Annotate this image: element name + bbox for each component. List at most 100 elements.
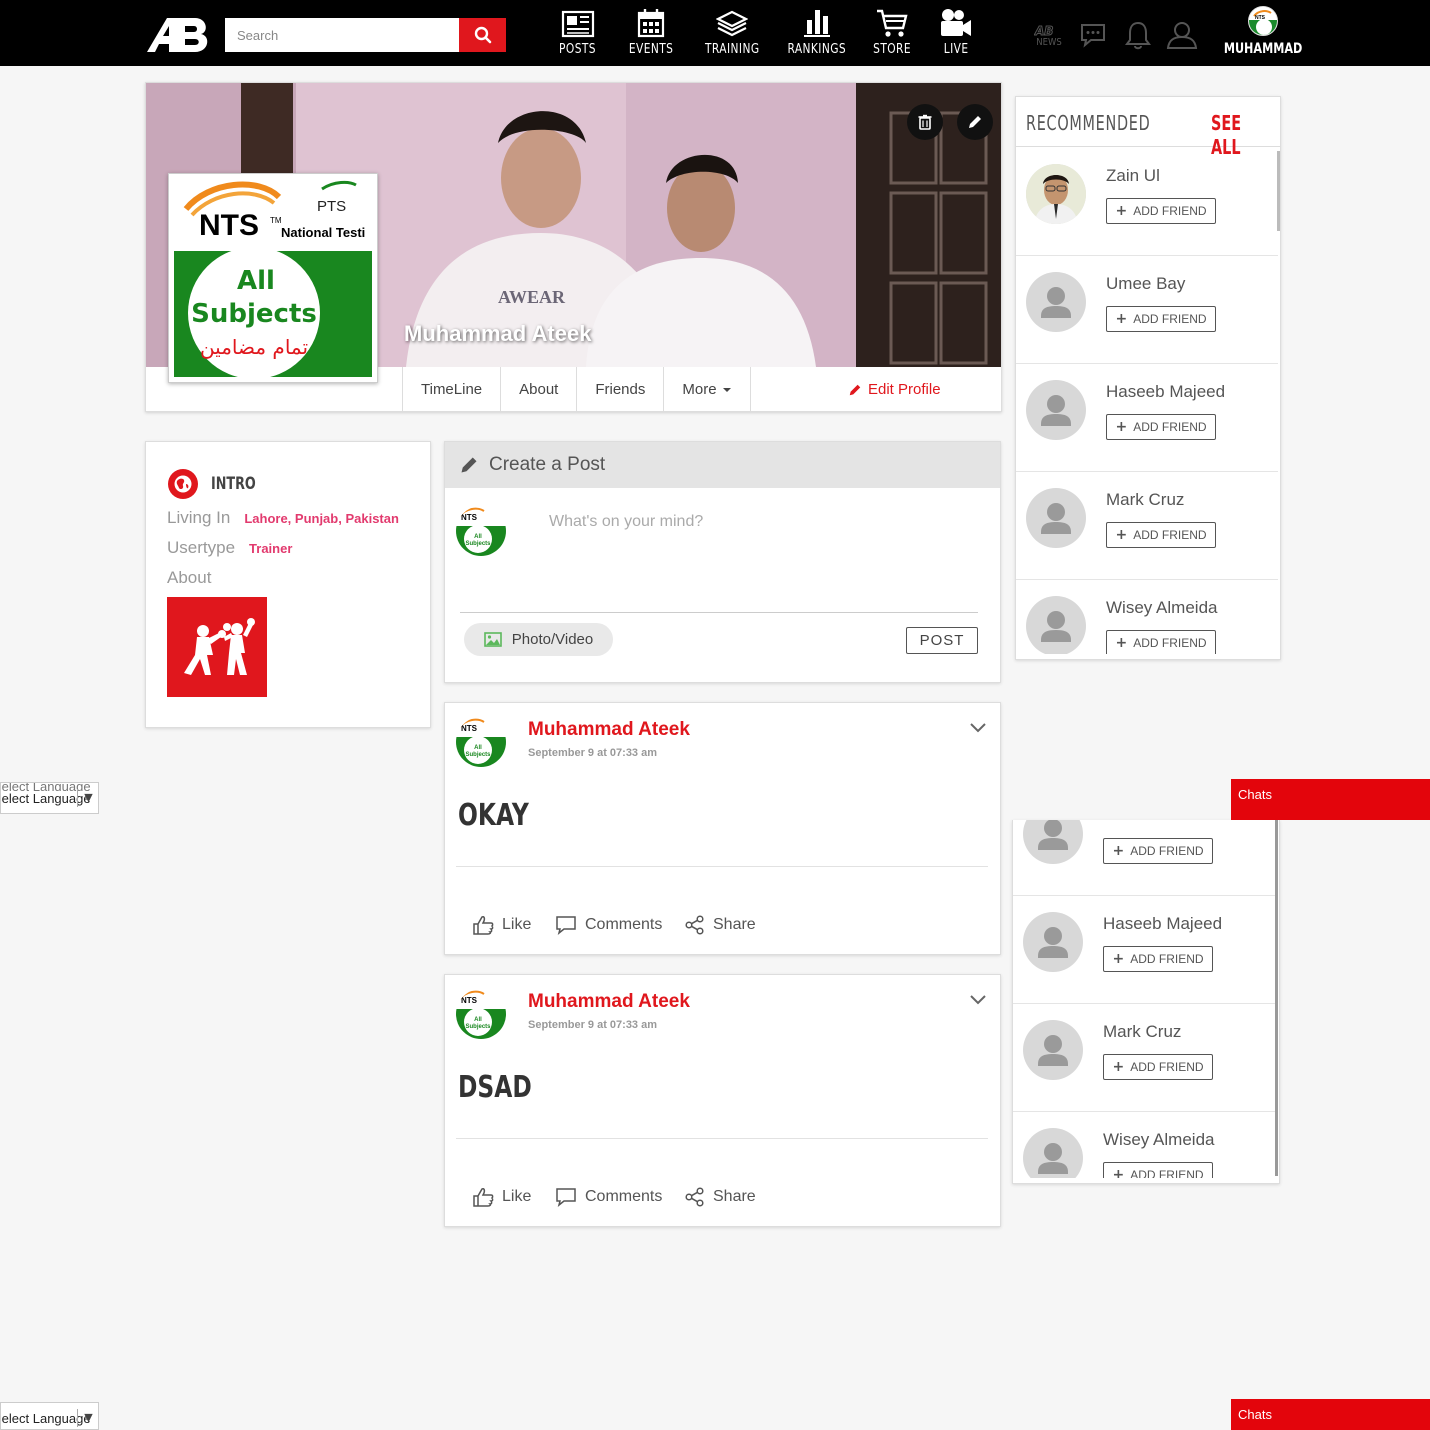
friend-name[interactable]: Haseeb Majeed xyxy=(1106,382,1225,402)
friend-name[interactable]: Haseeb Majeed xyxy=(1103,914,1222,934)
thumbs-up-icon xyxy=(473,916,494,935)
language-select[interactable]: Select Language Select Language ▼ xyxy=(0,782,99,814)
friend-name[interactable]: Mark Cruz xyxy=(1106,490,1184,510)
nav-rankings[interactable]: RANKINGS xyxy=(784,6,850,62)
tab-more[interactable]: More xyxy=(664,367,751,412)
post-button[interactable]: POST xyxy=(906,627,978,654)
comments-button[interactable]: Comments xyxy=(555,1187,662,1207)
photo-video-button[interactable]: Photo/Video xyxy=(464,623,613,656)
chevron-down-icon xyxy=(970,723,986,733)
add-friend-label: ADD FRIEND xyxy=(1133,636,1207,650)
avatar[interactable] xyxy=(1026,164,1086,224)
avatar[interactable]: NTS All Subjects xyxy=(456,717,506,767)
nav-training[interactable]: TRAINING xyxy=(700,6,764,62)
recommended-title: RECOMMENDED xyxy=(1026,111,1151,135)
default-avatar-icon[interactable] xyxy=(1023,1128,1083,1178)
svg-text:All: All xyxy=(474,745,482,751)
chat-bubble-icon[interactable] xyxy=(1079,22,1107,53)
search-bar xyxy=(225,18,506,52)
svg-text:Subjects: Subjects xyxy=(465,1024,491,1030)
default-avatar-icon[interactable] xyxy=(1026,272,1086,332)
like-label: Like xyxy=(502,916,532,933)
edit-cover-button[interactable] xyxy=(957,104,993,140)
caret-down-icon xyxy=(722,387,731,392)
image-icon xyxy=(483,632,502,647)
post-author-link[interactable]: Muhammad Ateek xyxy=(528,991,690,1013)
friend-name[interactable]: Wisey Almeida xyxy=(1103,1130,1214,1150)
profile-picture[interactable]: NTS TM National Testi PTS All Subjects ت… xyxy=(168,173,378,383)
scrollbar[interactable] xyxy=(1277,151,1280,231)
default-avatar-icon[interactable] xyxy=(1026,596,1086,654)
friend-name[interactable]: Zain Ul xyxy=(1106,166,1160,186)
nav-store[interactable]: STORE xyxy=(870,6,914,62)
add-friend-button[interactable]: + ADD FRIEND xyxy=(1106,630,1216,654)
share-button[interactable]: Share xyxy=(685,915,756,935)
tab-friends[interactable]: Friends xyxy=(577,367,665,412)
default-avatar-icon[interactable] xyxy=(1023,820,1083,864)
post-options-button[interactable] xyxy=(969,993,987,1011)
default-avatar-icon[interactable] xyxy=(1023,1020,1083,1080)
add-friend-button[interactable]: + ADD FRIEND xyxy=(1103,1162,1213,1178)
chats-bar[interactable]: Chats xyxy=(1231,1399,1430,1430)
tab-about[interactable]: About xyxy=(501,367,578,412)
post-author-link[interactable]: Muhammad Ateek xyxy=(528,719,690,741)
feed-post: NTS All Subjects Muhammad Ateek September … xyxy=(444,702,1001,955)
add-friend-button[interactable]: + ADD FRIEND xyxy=(1106,414,1216,440)
like-button[interactable]: Like xyxy=(472,915,531,935)
add-friend-button[interactable]: + ADD FRIEND xyxy=(1103,838,1213,864)
list-item: Haseeb Majeed + ADD FRIEND xyxy=(1013,896,1275,1004)
user-menu[interactable]: NTS MUHAMMAD xyxy=(1222,6,1304,62)
profile-tabs: TimeLine About Friends More xyxy=(402,367,751,412)
add-friend-button[interactable]: + ADD FRIEND xyxy=(1103,1054,1213,1080)
default-avatar-icon[interactable] xyxy=(1023,912,1083,972)
feed-post: NTS All Subjects Muhammad Ateek September … xyxy=(444,974,1001,1227)
delete-cover-button[interactable] xyxy=(907,104,943,140)
post-options-button[interactable] xyxy=(969,721,987,739)
chats-bar[interactable]: Chats xyxy=(1231,779,1430,820)
edit-profile-button[interactable]: Edit Profile xyxy=(848,367,941,412)
default-avatar-icon[interactable] xyxy=(1026,380,1086,440)
thumbs-up-icon xyxy=(473,1188,494,1207)
nav-events[interactable]: EVENTS xyxy=(627,6,675,62)
search-input[interactable] xyxy=(225,18,459,52)
avatar: NTS All Subjects xyxy=(456,506,506,556)
logo[interactable] xyxy=(145,14,211,56)
calendar-icon xyxy=(637,6,665,38)
nav-live[interactable]: LIVE xyxy=(936,6,976,62)
intro-about-row: About xyxy=(167,568,211,588)
add-friend-button[interactable]: + ADD FRIEND xyxy=(1106,306,1216,332)
default-avatar-icon[interactable] xyxy=(1026,488,1086,548)
friend-name[interactable]: Mark Cruz xyxy=(1103,1022,1181,1042)
add-friend-button[interactable]: + ADD FRIEND xyxy=(1103,946,1213,972)
tab-timeline[interactable]: TimeLine xyxy=(403,367,502,412)
comment-icon xyxy=(556,916,576,935)
search-button[interactable] xyxy=(459,18,506,52)
share-button[interactable]: Share xyxy=(685,1187,756,1207)
bell-icon[interactable] xyxy=(1125,20,1151,55)
news-icon[interactable]: AB NEWS xyxy=(1034,22,1062,55)
comments-button[interactable]: Comments xyxy=(555,915,662,935)
news-label: NEWS xyxy=(1036,37,1062,48)
scrollbar[interactable] xyxy=(1275,820,1278,1176)
plus-icon: + xyxy=(1112,843,1125,859)
plus-icon: + xyxy=(1115,419,1128,435)
friend-name[interactable]: Umee Bay xyxy=(1106,274,1185,294)
nav-posts-label: POSTS xyxy=(559,42,597,57)
add-friend-button[interactable]: + ADD FRIEND xyxy=(1106,198,1216,224)
like-button[interactable]: Like xyxy=(472,1187,531,1207)
svg-text:AWEAR: AWEAR xyxy=(498,287,566,307)
friend-name[interactable]: Wisey Almeida xyxy=(1106,598,1217,618)
nav-posts[interactable]: POSTS xyxy=(557,6,599,62)
plus-icon: + xyxy=(1112,1059,1125,1075)
plus-icon: + xyxy=(1115,203,1128,219)
share-label: Share xyxy=(713,1188,756,1205)
avatar[interactable]: NTS All Subjects xyxy=(456,989,506,1039)
list-item: Umee Bay + ADD FRIEND xyxy=(1016,256,1278,364)
language-select[interactable]: Select Language ▼ xyxy=(0,1402,99,1430)
post-input[interactable] xyxy=(549,508,969,536)
pic-pts-text: PTS xyxy=(317,198,346,215)
plus-icon: + xyxy=(1115,635,1128,651)
user-icon[interactable] xyxy=(1166,20,1198,55)
like-label: Like xyxy=(502,1188,532,1205)
add-friend-button[interactable]: + ADD FRIEND xyxy=(1106,522,1216,548)
